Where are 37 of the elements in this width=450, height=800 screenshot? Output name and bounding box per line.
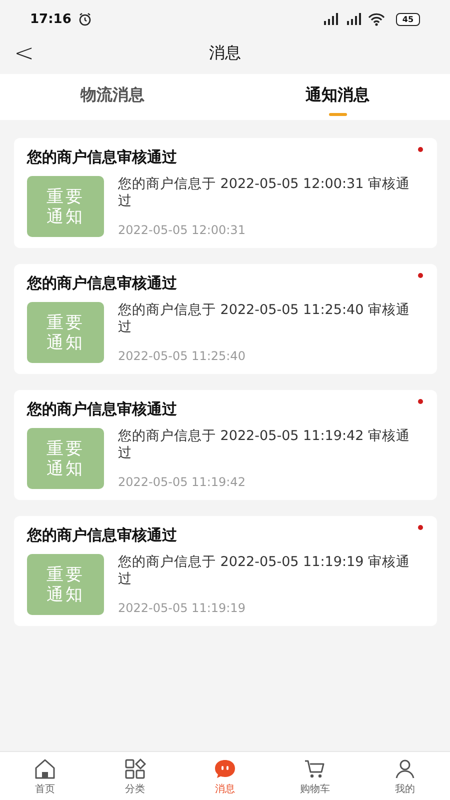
message-time: 2022-05-05 11:25:40 [118,349,246,363]
message-title: 您的商户信息审核通过 [27,148,178,167]
home-icon [33,756,57,780]
nav-item[interactable]: 购物车 [270,752,360,800]
message-time: 2022-05-05 12:00:31 [118,223,246,237]
page-title: 消息 [209,42,241,64]
signal-icon [345,13,363,25]
notice-badge: 重要通知 [27,554,104,615]
message-text: 您的商户信息于 2022-05-05 11:19:42 审核通过 [118,428,411,462]
message-text: 您的商户信息于 2022-05-05 12:00:31 审核通过 [118,176,411,210]
back-button[interactable]: < [14,41,44,65]
signal-icon [322,13,340,25]
tab[interactable]: 物流消息 [0,74,225,120]
message-time: 2022-05-05 11:19:42 [118,475,246,489]
status-time: 17:16 [30,12,72,26]
message-text: 您的商户信息于 2022-05-05 11:25:40 审核通过 [118,302,411,336]
message-card[interactable]: 您的商户信息审核通过 重要通知 您的商户信息于 2022-05-05 11:25:40 审核通过 2022-05-05 11:25:40 [14,264,437,374]
message-card[interactable]: 您的商户信息审核通过 重要通知 您的商户信息于 2022-05-05 11:19:42 审核通过 2022-05-05 11:19:42 [14,390,437,500]
nav-item[interactable]: 我的 [360,752,450,800]
nav-item[interactable]: 消息 [180,752,270,800]
message-card[interactable]: 您的商户信息审核通过 重要通知 您的商户信息于 2022-05-05 12:00:31 审核通过 2022-05-05 12:00:31 [14,138,437,248]
message-title: 您的商户信息审核通过 [27,526,178,545]
message-card[interactable]: 您的商户信息审核通过 重要通知 您的商户信息于 2022-05-05 11:19:19 审核通过 2022-05-05 11:19:19 [14,516,437,626]
message-time: 2022-05-05 11:19:19 [118,601,246,615]
nav-item[interactable]: 分类 [90,752,180,800]
tab[interactable]: 通知消息 [225,74,450,120]
battery-icon: 45 [396,12,420,26]
grid-icon [123,756,147,780]
notice-badge: 重要通知 [27,428,104,489]
alarm-icon [78,12,92,26]
message-title: 您的商户信息审核通过 [27,274,178,293]
notice-badge: 重要通知 [27,302,104,363]
message-text: 您的商户信息于 2022-05-05 11:19:19 审核通过 [118,554,411,588]
notice-badge: 重要通知 [27,176,104,237]
message-title: 您的商户信息审核通过 [27,400,178,419]
wifi-icon [368,12,385,26]
nav-item[interactable]: 首页 [0,752,90,800]
